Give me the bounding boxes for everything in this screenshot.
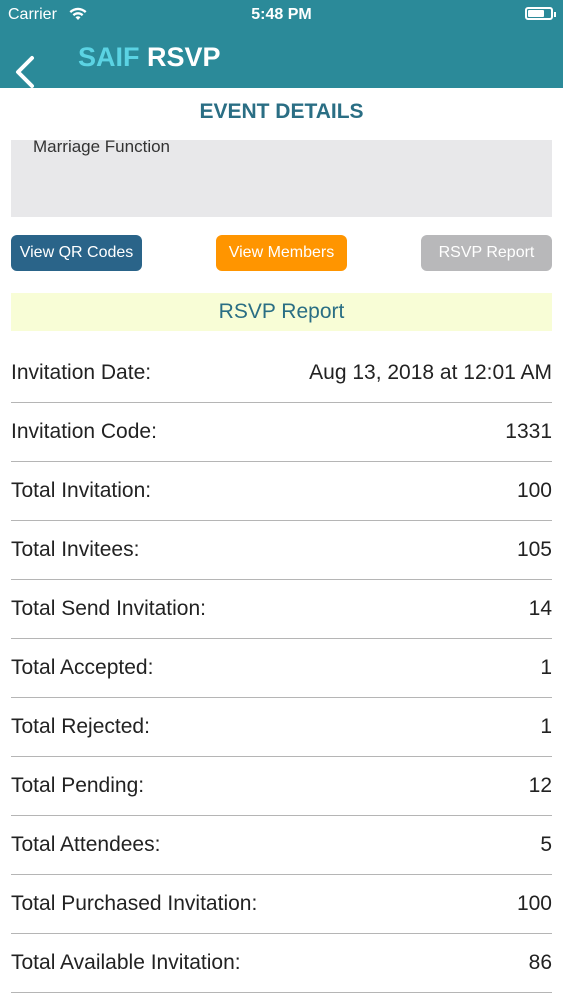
row-label: Total Send Invitation:: [11, 597, 206, 620]
report-row-invitation-code: Invitation Code: 1331: [11, 403, 552, 462]
row-value: 100: [516, 479, 552, 502]
row-label: Total Available Invitation:: [11, 951, 241, 974]
app-title-rsvp: RSVP: [147, 42, 221, 72]
report-row-total-rejected: Total Rejected: 1: [11, 698, 552, 757]
row-value: 105: [516, 538, 552, 561]
row-label: Total Attendees:: [11, 833, 161, 856]
app-title: SAIF RSVP: [78, 42, 221, 73]
report-row-total-invitees: Total Invitees: 105: [11, 521, 552, 580]
row-label: Total Rejected:: [11, 715, 150, 738]
rsvp-report-header: RSVP Report: [11, 293, 552, 331]
event-details-heading: EVENT DETAILS: [199, 100, 364, 123]
row-value: 5: [540, 833, 552, 856]
row-value: 14: [528, 597, 552, 620]
report-row-total-send-invitation: Total Send Invitation: 14: [11, 580, 552, 639]
row-label: Total Accepted:: [11, 656, 154, 679]
row-value: 1331: [505, 420, 552, 443]
report-rows: Invitation Date: Aug 13, 2018 at 12:01 AM…: [11, 344, 552, 993]
row-label: Total Invitees:: [11, 538, 140, 561]
report-row-total-accepted: Total Accepted: 1: [11, 639, 552, 698]
row-value: Aug 13, 2018 at 12:01 AM: [309, 361, 552, 384]
status-bar: Carrier 5:48 PM: [0, 0, 563, 30]
battery-icon: [525, 7, 556, 20]
report-row-total-attendees: Total Attendees: 5: [11, 816, 552, 875]
row-label: Total Pending:: [11, 774, 145, 797]
row-value: 100: [516, 892, 552, 915]
row-value: 12: [528, 774, 552, 797]
event-description-box: Marriage Function: [11, 137, 552, 217]
row-value: 86: [528, 951, 552, 974]
report-row-total-pending: Total Pending: 12: [11, 757, 552, 816]
report-row-total-purchased-invitation: Total Purchased Invitation: 100: [11, 875, 552, 934]
event-description-text: Marriage Function: [33, 137, 171, 156]
app-title-saif: SAIF: [78, 42, 140, 72]
row-value: 1: [540, 715, 552, 738]
row-label: Total Purchased Invitation:: [11, 892, 258, 915]
row-label: Invitation Date:: [11, 361, 152, 384]
status-time: 5:48 PM: [251, 6, 312, 23]
report-row-total-invitation: Total Invitation: 100: [11, 462, 552, 521]
row-label: Total Invitation:: [11, 479, 152, 502]
row-value: 1: [540, 656, 552, 679]
report-row-total-available-invitation: Total Available Invitation: 86: [11, 934, 552, 993]
view-qr-codes-button[interactable]: View QR Codes: [11, 235, 142, 271]
rsvp-report-button[interactable]: RSVP Report: [421, 235, 552, 271]
nav-bar: SAIF RSVP: [0, 30, 563, 88]
report-row-invitation-date: Invitation Date: Aug 13, 2018 at 12:01 AM: [11, 344, 552, 403]
view-members-button[interactable]: View Members: [216, 235, 347, 271]
row-label: Invitation Code:: [11, 420, 157, 443]
back-chevron-icon[interactable]: [12, 54, 38, 90]
